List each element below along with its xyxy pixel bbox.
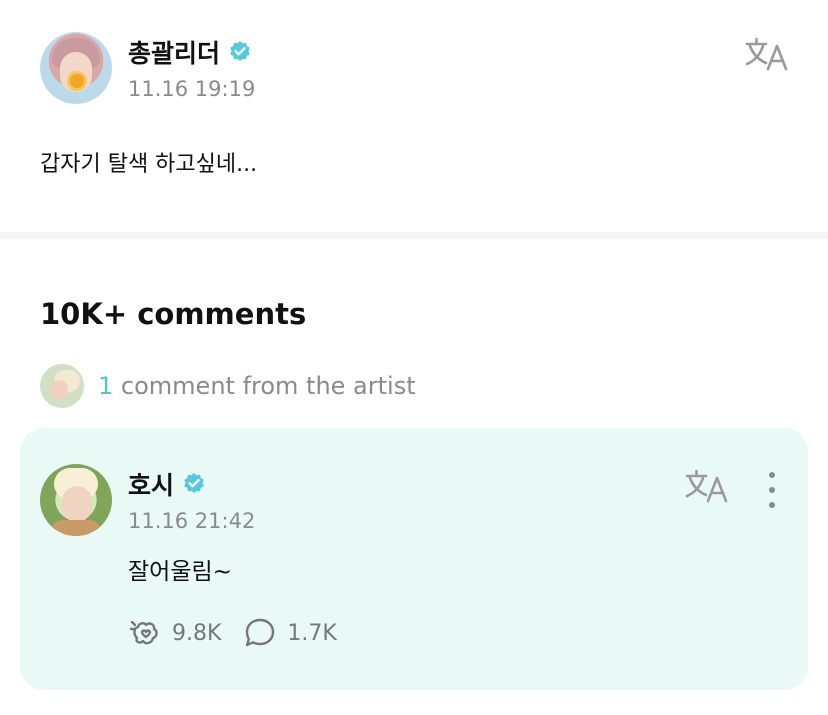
author-avatar[interactable] <box>40 32 112 104</box>
artist-comment-label: comment from the artist <box>113 372 416 400</box>
artist-comment-count: 1 <box>98 372 114 400</box>
comment-author-avatar[interactable] <box>40 464 112 536</box>
comment-author-name[interactable]: 호시 <box>128 466 174 502</box>
more-vertical-icon[interactable] <box>760 472 784 508</box>
like-count: 9.8K <box>172 620 222 646</box>
author-name-row: 총괄리더 <box>128 34 252 70</box>
translate-icon[interactable] <box>684 468 730 504</box>
like-icon <box>129 620 158 645</box>
post-text: 갑자기 탈색 하고싶네... <box>40 152 258 177</box>
comment-author-row: 호시 <box>128 466 206 502</box>
translate-icon[interactable] <box>744 36 790 72</box>
section-divider <box>0 232 828 239</box>
comment-stats: 9.8K 1.7K <box>128 616 337 650</box>
artist-comment-summary: 1 comment from the artist <box>98 372 416 400</box>
reply-count: 1.7K <box>287 620 337 646</box>
author-name[interactable]: 총괄리더 <box>128 34 220 70</box>
comments-count: 10K+ comments <box>40 297 307 331</box>
comment-timestamp: 11.16 21:42 <box>128 509 256 533</box>
artist-comment-card: 호시 11.16 21:42 잘어울림~ 9.8K 1.7K <box>20 428 808 690</box>
verified-badge-icon <box>184 473 204 493</box>
post: 총괄리더 11.16 19:19 갑자기 탈색 하고싶네... <box>0 0 828 232</box>
like-button[interactable]: 9.8K <box>128 616 221 650</box>
comment-text: 잘어울림~ <box>128 559 232 585</box>
post-timestamp: 11.16 19:19 <box>128 77 256 101</box>
artist-mini-avatar <box>40 364 84 408</box>
reply-icon <box>246 618 275 647</box>
verified-badge-icon <box>230 41 250 61</box>
reply-button[interactable]: 1.7K <box>243 616 337 650</box>
artist-comments-filter[interactable]: 1 comment from the artist <box>40 364 416 408</box>
